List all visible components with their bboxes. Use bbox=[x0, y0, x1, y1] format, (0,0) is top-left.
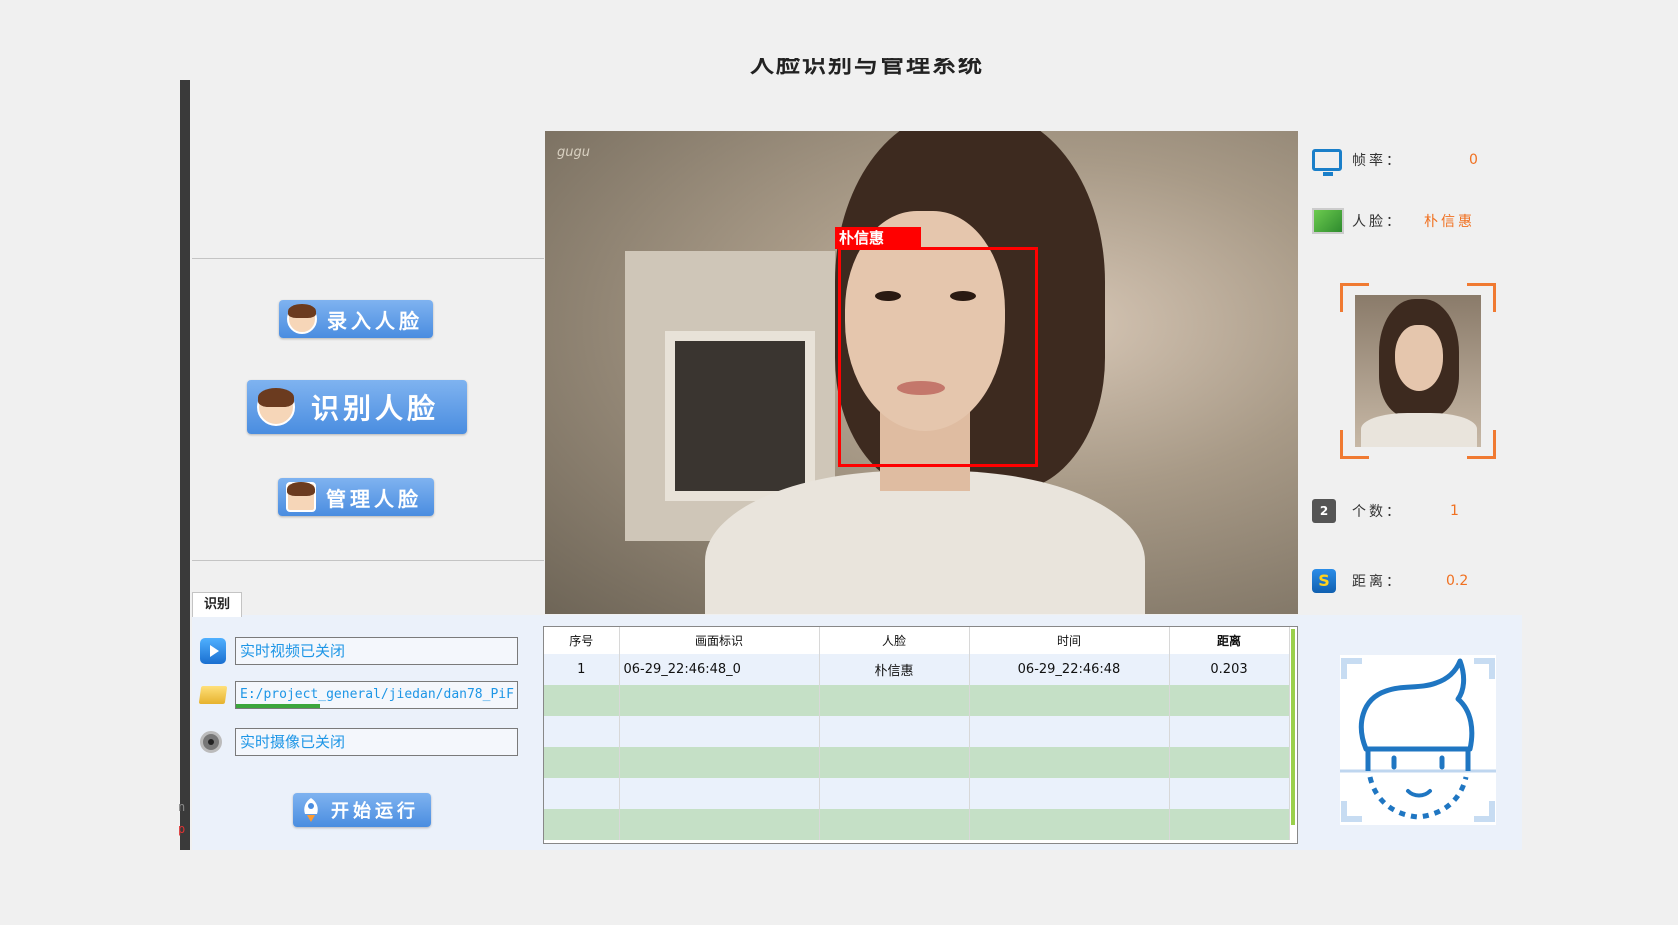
face-scan-icon bbox=[1340, 655, 1496, 825]
table-row[interactable] bbox=[544, 747, 1290, 778]
counter-icon: 2 bbox=[1312, 499, 1336, 523]
camera-status-row bbox=[200, 727, 222, 757]
face-value: 朴信惠 bbox=[1424, 214, 1475, 230]
video-frame: gugu 朴信惠 bbox=[545, 131, 1298, 614]
play-icon[interactable] bbox=[200, 638, 226, 664]
tab-strip: 识别 bbox=[192, 592, 1522, 617]
webcam-icon[interactable] bbox=[200, 731, 222, 753]
camera-status-field[interactable]: 实时摄像已关闭 bbox=[235, 728, 518, 756]
tab-recognize[interactable]: 识别 bbox=[192, 592, 242, 617]
detection-box bbox=[838, 247, 1038, 467]
face-thumbnail-image bbox=[1355, 295, 1481, 447]
rocket-icon bbox=[304, 798, 318, 822]
edge-fragment: n bbox=[178, 800, 186, 814]
avatar-icon bbox=[287, 304, 317, 334]
results-table: 序号 画面标识 人脸 时间 距离 1 06-29_22:46:48_0 朴信惠 … bbox=[543, 626, 1298, 844]
column-header[interactable]: 序号 bbox=[544, 627, 620, 654]
divider bbox=[192, 560, 544, 561]
path-status-row bbox=[198, 680, 228, 710]
distance-value: 0.2 bbox=[1446, 573, 1469, 589]
distance-icon: S bbox=[1312, 569, 1336, 593]
folder-icon[interactable] bbox=[198, 686, 228, 704]
table-row[interactable] bbox=[544, 809, 1290, 840]
path-field[interactable]: E:/project_general/jiedan/dan78_PiF bbox=[235, 681, 518, 709]
table-row[interactable] bbox=[544, 778, 1290, 809]
face-thumbnail bbox=[1340, 283, 1496, 459]
table-row[interactable]: 1 06-29_22:46:48_0 朴信惠 06-29_22:46:48 0.… bbox=[544, 654, 1290, 685]
column-header[interactable]: 时间 bbox=[969, 627, 1170, 654]
avatar-icon bbox=[257, 388, 295, 426]
count-value: 1 bbox=[1450, 503, 1459, 519]
fps-value: 0 bbox=[1469, 152, 1478, 168]
manage-face-button[interactable]: 管理人脸 bbox=[278, 478, 434, 516]
divider bbox=[192, 258, 544, 259]
column-header[interactable]: 画面标识 bbox=[619, 627, 820, 654]
column-header[interactable]: 距离 bbox=[1169, 627, 1290, 654]
table-header: 序号 画面标识 人脸 时间 距离 bbox=[544, 627, 1290, 654]
recognize-face-button[interactable]: 识别人脸 bbox=[247, 380, 467, 434]
detection-label: 朴信惠 bbox=[835, 227, 921, 249]
table-row[interactable] bbox=[544, 685, 1290, 716]
video-status-row bbox=[200, 636, 226, 666]
column-header[interactable]: 人脸 bbox=[819, 627, 970, 654]
start-run-button[interactable]: 开始运行 bbox=[293, 793, 431, 827]
path-progress-bar bbox=[236, 704, 321, 708]
count-row: 2 个数： 1 bbox=[1312, 496, 1459, 526]
vertical-scrollbar[interactable] bbox=[1291, 629, 1295, 825]
app-title: 人脸识别与管理系统 bbox=[750, 58, 984, 78]
left-edge-bar bbox=[180, 80, 190, 850]
video-status-field[interactable]: 实时视频已关闭 bbox=[235, 637, 518, 665]
fps-row: 帧率： 0 bbox=[1312, 145, 1478, 176]
monitor-icon bbox=[1312, 149, 1342, 176]
table-row[interactable] bbox=[544, 716, 1290, 747]
scene-picture bbox=[665, 331, 815, 501]
watermark: gugu bbox=[557, 145, 590, 160]
edge-fragment: p bbox=[178, 822, 186, 836]
face-map-icon bbox=[1312, 208, 1344, 234]
enroll-face-button[interactable]: 录入人脸 bbox=[279, 300, 433, 338]
face-row: 人脸： 朴信惠 bbox=[1312, 206, 1472, 236]
avatar-icon bbox=[286, 482, 316, 512]
